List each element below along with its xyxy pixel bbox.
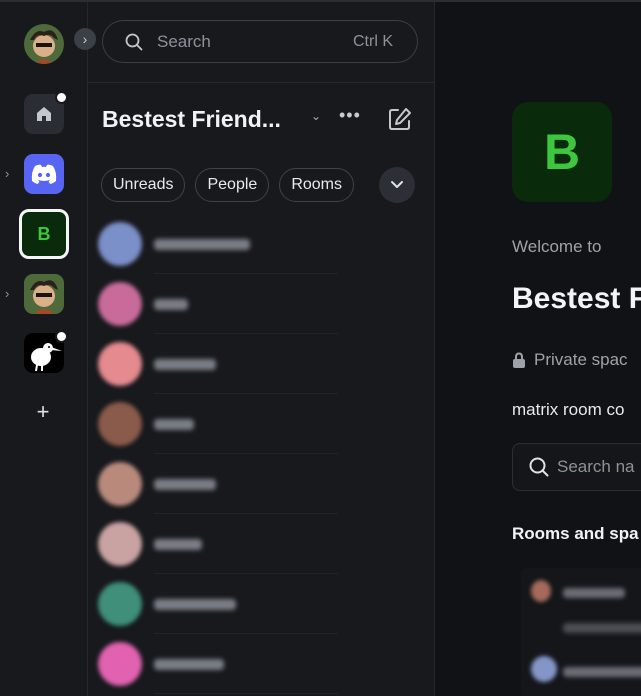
room-list-item[interactable] [88,334,434,394]
room-avatar [98,342,142,386]
privacy-text: Private spac [534,350,628,369]
expand-sidebar-button[interactable]: › [74,28,96,50]
room-list-item[interactable] [88,454,434,514]
room-name-blurred [154,359,216,370]
room-avatar[interactable] [531,656,557,682]
lock-icon [513,352,525,368]
discord-expand-chevron[interactable]: › [5,166,9,181]
user-avatar[interactable] [24,24,64,64]
room-name-blurred [154,599,236,610]
room-avatar [98,522,142,566]
discord-space[interactable] [24,154,64,194]
room-avatar [98,282,142,326]
room-name-blurred[interactable] [563,667,641,677]
search-icon [125,33,143,50]
space-avatar-item[interactable] [24,274,64,314]
space-name: Bestest F [512,282,641,315]
privacy-label: Private spac [512,350,628,370]
room-list [88,214,434,694]
compose-icon[interactable] [387,106,413,132]
space-search-input[interactable]: Search na [512,443,641,491]
welcome-label: Welcome to [512,237,602,256]
search-icon [529,457,549,477]
room-list-title[interactable]: Bestest Friend... [102,106,281,133]
filter-rooms[interactable]: Rooms [279,168,354,202]
space-letter: B [543,124,581,180]
kiwi-unread-dot [55,330,68,343]
space-room-list [521,568,641,696]
room-avatar [98,402,142,446]
search-label: Search [157,31,211,51]
room-list-item[interactable] [88,514,434,574]
room-avatar [98,222,142,266]
room-avatar[interactable] [531,580,551,602]
chevron-down-icon [391,181,403,188]
rooms-and-spaces-heading: Rooms and spa [512,524,639,543]
more-filters-button[interactable] [379,167,415,203]
add-space-button[interactable]: + [33,400,53,424]
search-shortcut: Ctrl K [353,32,393,50]
room-list-item[interactable] [88,634,434,694]
chevron-right-icon: › [82,31,88,47]
room-filters: Unreads People Rooms [101,168,354,204]
room-topic-blurred [563,623,641,633]
room-list-item[interactable] [88,394,434,454]
space-search-placeholder: Search na [557,457,635,476]
search-button[interactable]: Search Ctrl K [102,20,418,63]
more-options-icon[interactable]: ••• [339,105,361,126]
divider [88,82,434,83]
room-name-blurred [154,239,250,250]
space-expand-chevron[interactable]: › [5,286,9,301]
room-name-blurred[interactable] [563,588,625,598]
filter-unreads[interactable]: Unreads [101,168,186,202]
discord-icon [31,164,57,184]
room-list-item[interactable] [88,214,434,274]
space-letter: B [37,223,51,244]
room-list-panel: Search Ctrl K Bestest Friend... ⌄ ••• Un… [88,2,435,696]
home-unread-dot [55,91,68,104]
plus-icon: + [36,399,50,424]
home-icon [37,107,51,121]
row-separator [154,693,338,694]
chevron-down-icon[interactable]: ⌄ [311,109,321,123]
space-bar: › › B › + [0,2,96,696]
room-name-blurred [154,659,224,670]
filter-people[interactable]: People [195,168,270,202]
room-avatar [98,462,142,506]
space-home: B Welcome to Bestest F Private spac matr… [435,2,641,696]
room-name-blurred [154,299,188,310]
room-list-item[interactable] [88,274,434,334]
room-list-item[interactable] [88,574,434,634]
room-name-blurred [154,479,216,490]
room-avatar [98,582,142,626]
room-name-blurred [154,419,194,430]
room-name-blurred [154,539,202,550]
room-avatar [98,642,142,686]
bestest-friends-space[interactable]: B [19,209,69,259]
space-topic: matrix room co [512,400,625,419]
space-avatar-large: B [512,102,612,202]
